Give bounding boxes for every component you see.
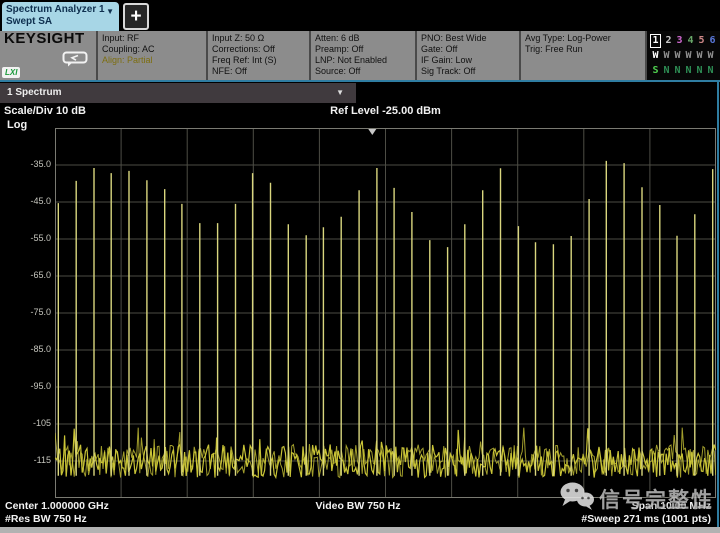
- watermark-text: 信号完整性: [599, 484, 714, 514]
- chevron-down-icon: ▼: [106, 6, 114, 18]
- y-axis-label: -35.0: [0, 159, 51, 169]
- trace-state-row: SNNNNN: [650, 63, 720, 78]
- setting-line: Sig Track: Off: [421, 66, 515, 77]
- setting-line: Input Z: 50 Ω: [212, 33, 305, 44]
- frame-border: [0, 527, 720, 533]
- trace-type: W: [650, 48, 661, 63]
- main-display: 1 Spectrum ▼ Scale/Div 10 dB Ref Level -…: [0, 82, 719, 529]
- trace-state: S: [650, 63, 661, 78]
- settings-panel-input[interactable]: Input: RFCoupling: ACAlign: Partial: [96, 31, 206, 80]
- wechat-icon: [559, 481, 595, 516]
- spectrum-analyzer-screen: Spectrum Analyzer 1 Swept SA ▼ + KEYSIGH…: [0, 0, 720, 533]
- setting-line: PNO: Best Wide: [421, 33, 515, 44]
- trace-number: 4: [685, 33, 696, 48]
- message-bubble-icon[interactable]: [62, 51, 88, 70]
- setting-line: Align: Partial: [102, 55, 202, 66]
- setting-line: Gate: Off: [421, 44, 515, 55]
- setting-line: IF Gain: Low: [421, 55, 515, 66]
- center-frequency-label[interactable]: Center 1.000000 GHz: [0, 500, 240, 513]
- trace-number: 1: [650, 34, 661, 48]
- setting-line: Corrections: Off: [212, 44, 305, 55]
- trace-number: 5: [696, 33, 707, 48]
- ref-level-label[interactable]: Ref Level -25.00 dBm: [55, 105, 716, 117]
- keysight-block: KEYSIGHT LXI: [0, 31, 96, 80]
- setting-line: Atten: 6 dB: [315, 33, 411, 44]
- app-tab-spectrum-analyzer[interactable]: Spectrum Analyzer 1 Swept SA ▼: [2, 2, 119, 31]
- spectrum-plot: [55, 128, 716, 498]
- watermark: 信号完整性: [559, 481, 714, 516]
- settings-panel-avg-trig[interactable]: Avg Type: Log-PowerTrig: Free Run: [519, 31, 645, 80]
- trace-state: N: [705, 63, 716, 78]
- setting-line: LNP: Not Enabled: [315, 55, 411, 66]
- center-marker-icon: [368, 129, 376, 135]
- trace-type: W: [694, 48, 705, 63]
- app-tab-subtitle: Swept SA: [6, 16, 115, 28]
- y-axis-label: -115: [0, 455, 51, 465]
- settings-panel-atten[interactable]: Atten: 6 dBPreamp: OffLNP: Not EnabledSo…: [309, 31, 415, 80]
- setting-line: Avg Type: Log-Power: [525, 33, 641, 44]
- trace-number: 2: [663, 33, 674, 48]
- video-bw-label[interactable]: Video BW 750 Hz: [240, 500, 475, 513]
- setting-line: Freq Ref: Int (S): [212, 55, 305, 66]
- trace-selector[interactable]: 1 Spectrum ▼: [0, 83, 356, 103]
- y-axis-label: -65.0: [0, 270, 51, 280]
- setting-line: Source: Off: [315, 66, 411, 77]
- trace-type: W: [661, 48, 672, 63]
- y-axis-label: -45.0: [0, 196, 51, 206]
- settings-header: KEYSIGHT LXI Input: RFCoupling: ACAlign:…: [0, 31, 720, 82]
- trace-state: N: [672, 63, 683, 78]
- trace-state: N: [694, 63, 705, 78]
- trace-number: 6: [707, 33, 718, 48]
- y-axis-label: -55.0: [0, 233, 51, 243]
- trace-state: N: [683, 63, 694, 78]
- trace-number: 3: [674, 33, 685, 48]
- y-axis-label: -85.0: [0, 344, 51, 354]
- trace-selector-label: 1 Spectrum: [7, 87, 61, 98]
- app-tab-title: Spectrum Analyzer 1: [6, 4, 115, 16]
- trace-state: N: [661, 63, 672, 78]
- setting-line: Coupling: AC: [102, 44, 202, 55]
- setting-line: NFE: Off: [212, 66, 305, 77]
- y-axis-label: -105: [0, 418, 51, 428]
- trace-indicators[interactable]: 123456WWWWWWSNNNNN: [645, 31, 720, 80]
- lxi-badge: LXI: [2, 67, 20, 78]
- trace-type-row: WWWWWW: [650, 48, 720, 63]
- res-bw-label[interactable]: #Res BW 750 Hz: [0, 513, 240, 526]
- setting-line: Trig: Free Run: [525, 44, 641, 55]
- trace-type: W: [705, 48, 716, 63]
- trace-number-row: 123456: [650, 33, 720, 48]
- amplitude-axis: -35.0 -45.0 -55.0 -65.0 -75.0 -85.0 -95.0 -105 -…: [0, 128, 51, 498]
- tab-bar: Spectrum Analyzer 1 Swept SA ▼ +: [0, 0, 720, 31]
- setting-line: Input: RF: [102, 33, 202, 44]
- trace-type: W: [672, 48, 683, 63]
- keysight-logo: KEYSIGHT: [4, 33, 92, 44]
- settings-panel-pno[interactable]: PNO: Best WideGate: OffIF Gain: LowSig T…: [415, 31, 519, 80]
- y-axis-label: -75.0: [0, 307, 51, 317]
- chevron-down-icon: ▼: [336, 83, 344, 103]
- settings-panel-impedance[interactable]: Input Z: 50 ΩCorrections: OffFreq Ref: I…: [206, 31, 309, 80]
- y-axis-label: -95.0: [0, 381, 51, 391]
- add-tab-button[interactable]: +: [123, 3, 149, 30]
- trace-type: W: [683, 48, 694, 63]
- setting-line: Preamp: Off: [315, 44, 411, 55]
